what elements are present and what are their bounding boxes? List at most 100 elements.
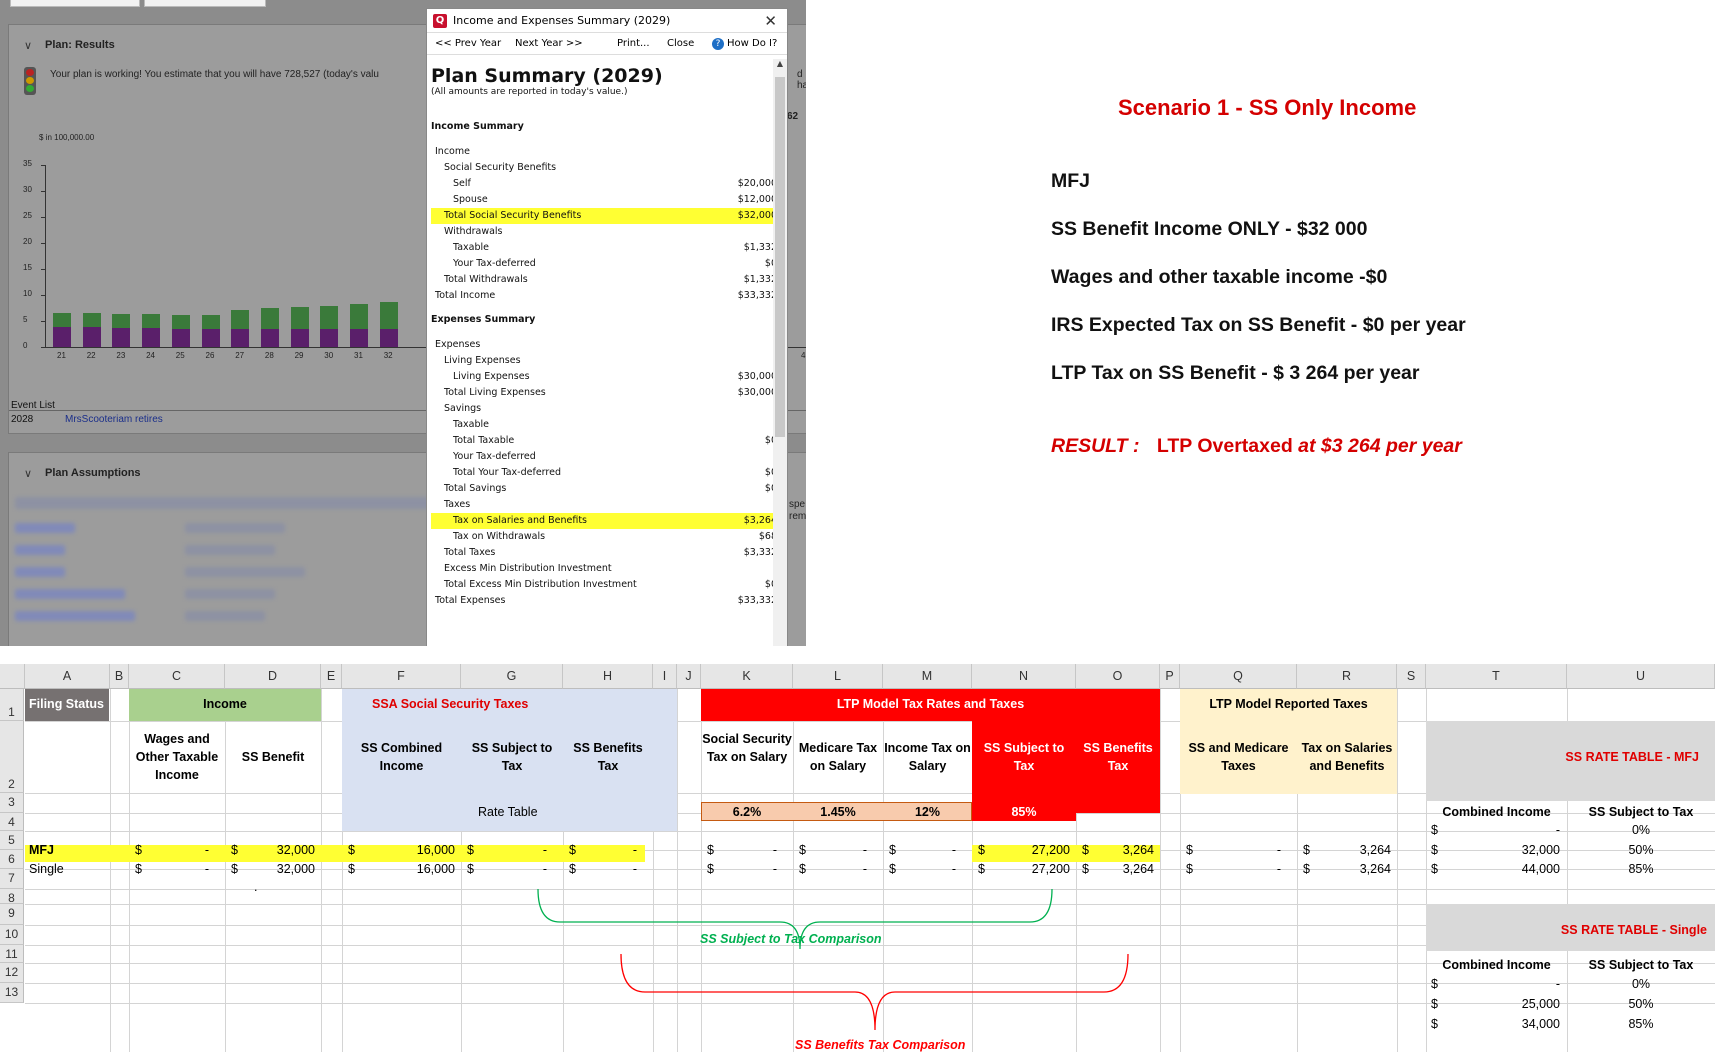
obscured-fragment: d ha <box>797 69 806 91</box>
summary-row: Tax on Withdrawals $68 <box>431 529 779 545</box>
event-list-label: Event List <box>11 400 55 411</box>
spreadsheet: A B C D E F G H I J K L M N O P Q R S T U 1 2 3 4 5 6 7 8 9 10 11 12 13 F… <box>0 664 1715 1052</box>
summary-row-label: Withdrawals <box>444 226 503 237</box>
chart-bar[interactable] <box>290 306 309 347</box>
dialog-titlebar: Q Income and Expenses Summary (2029) ✕ <box>427 9 787 33</box>
next-year-link[interactable]: Next Year >> <box>515 38 583 49</box>
blurred-link[interactable] <box>15 545 65 555</box>
how-do-i-link[interactable]: How Do I? <box>727 38 777 49</box>
note-wages: Wages and other taxable income -$0 <box>1051 266 1388 288</box>
top-button-2[interactable] <box>144 0 266 7</box>
summary-row-label: Total Taxes <box>444 547 496 558</box>
dialog-title: Income and Expenses Summary (2029) <box>453 14 671 27</box>
summary-row-label: Total Income <box>435 290 496 301</box>
summary-row-value: $30,000 <box>737 371 777 382</box>
result-label: RESULT : <box>1051 435 1140 457</box>
x-tick-label: 27 <box>235 351 245 360</box>
scroll-up-icon[interactable]: ▲ <box>773 59 787 68</box>
summary-row: Total Income $33,332 <box>431 288 779 304</box>
summary-row: Income <box>431 144 779 160</box>
y-tick-label: 10 <box>23 289 32 298</box>
x-tick-label: 32 <box>383 351 393 360</box>
bar-segment-green <box>171 315 190 330</box>
top-button-1[interactable] <box>10 0 140 7</box>
summary-row: Spouse $12,000 <box>431 192 779 208</box>
chevron-down-icon[interactable]: ∨ <box>24 467 32 480</box>
bar-segment-purple <box>350 329 368 347</box>
blurred-link[interactable] <box>15 611 135 621</box>
plan-assumptions-header[interactable]: Plan Assumptions <box>45 467 141 479</box>
bar-segment-green <box>320 305 339 330</box>
y-axis <box>45 165 46 347</box>
obscured-fragment: rem <box>789 511 806 522</box>
summary-row: Self $20,000 <box>431 176 779 192</box>
summary-row-label: Taxable <box>453 242 490 253</box>
summary-row: Withdrawals <box>431 224 779 240</box>
summary-row-value: $33,332 <box>737 595 777 606</box>
help-icon[interactable]: ? <box>712 38 724 50</box>
summary-row-label: Tax on Withdrawals <box>453 531 546 542</box>
blurred-link[interactable] <box>15 523 75 533</box>
summary-row: Tax on Salaries and Benefits $3,264 <box>431 513 779 529</box>
x-tick-label: 26 <box>205 351 215 360</box>
scenario-title: Scenario 1 - SS Only Income <box>1118 95 1417 120</box>
chart-bar[interactable] <box>82 312 101 347</box>
summary-row: Total Expenses $33,332 <box>431 593 779 609</box>
print-link[interactable]: Print... <box>617 38 650 49</box>
chart-bar[interactable] <box>112 314 131 347</box>
chart-bar[interactable] <box>171 315 190 347</box>
chart-bar[interactable] <box>379 302 398 347</box>
x-tick-label: 28 <box>264 351 274 360</box>
x-tick-label: 23 <box>116 351 126 360</box>
chart-bar[interactable] <box>260 308 279 347</box>
x-tick-label: 25 <box>175 351 185 360</box>
summary-row: Living Expenses <box>431 353 779 369</box>
income-rows: Income Social Security Benefits Self $20,00… <box>431 144 779 304</box>
summary-row-label: Your Tax-deferred <box>453 451 536 462</box>
summary-row-label: Total Taxable <box>453 435 515 446</box>
summary-row-value: $3,264 <box>743 515 777 526</box>
bar-segment-green <box>53 312 71 328</box>
summary-row: Social Security Benefits <box>431 160 779 176</box>
plan-results-header[interactable]: Plan: Results <box>45 39 115 51</box>
subject-bracket <box>537 888 1053 950</box>
chevron-down-icon[interactable]: ∨ <box>24 39 32 52</box>
plan-summary-subheading: (All amounts are reported in today's val… <box>431 87 628 97</box>
bar-segment-purple <box>171 329 190 347</box>
income-summary-heading: Income Summary <box>431 121 524 132</box>
summary-row: Total Savings $0 <box>431 481 779 497</box>
bar-segment-green <box>142 314 161 329</box>
dialog-scrollbar[interactable]: ▲ <box>773 59 787 646</box>
note-ss-income: SS Benefit Income ONLY - $32 000 <box>1051 218 1368 240</box>
summary-row-label: Self <box>453 178 471 189</box>
chart-bar[interactable] <box>350 304 368 347</box>
summary-row-label: Taxes <box>444 499 471 510</box>
chart-bar[interactable] <box>231 309 250 347</box>
bar-segment-green <box>231 309 250 330</box>
prev-year-link[interactable]: << Prev Year <box>435 38 501 49</box>
summary-row-label: Excess Min Distribution Investment <box>444 563 612 574</box>
result-text: LTP Overtaxed <box>1156 435 1293 457</box>
chart-bar[interactable] <box>142 314 161 347</box>
blurred-link[interactable] <box>15 589 125 599</box>
dialog-toolbar: << Prev Year Next Year >> Print... Close… <box>427 33 787 55</box>
summary-row: Taxable <box>431 417 779 433</box>
chart-bar[interactable] <box>53 312 71 347</box>
scrollbar-thumb[interactable] <box>775 77 785 437</box>
summary-row-label: Total Expenses <box>435 595 506 606</box>
summary-row-label: Total Social Security Benefits <box>444 210 582 221</box>
blurred-text <box>185 545 275 555</box>
close-icon[interactable]: ✕ <box>764 12 777 30</box>
close-link[interactable]: Close <box>667 38 694 49</box>
obscured-fragment: 62 <box>787 111 799 122</box>
chart-bar[interactable] <box>201 315 220 347</box>
summary-row: Savings <box>431 401 779 417</box>
summary-row-label: Social Security Benefits <box>444 162 557 173</box>
result-tail: at $3 264 per year <box>1298 435 1462 457</box>
y-tick-label: 5 <box>23 315 28 324</box>
income-expenses-summary-dialog: Q Income and Expenses Summary (2029) ✕ <… <box>426 8 788 646</box>
chart-bar[interactable] <box>320 305 339 347</box>
summary-row: Total Taxes $3,332 <box>431 545 779 561</box>
event-link[interactable]: MrsScooteriam retires <box>65 414 163 425</box>
blurred-link[interactable] <box>15 567 65 577</box>
